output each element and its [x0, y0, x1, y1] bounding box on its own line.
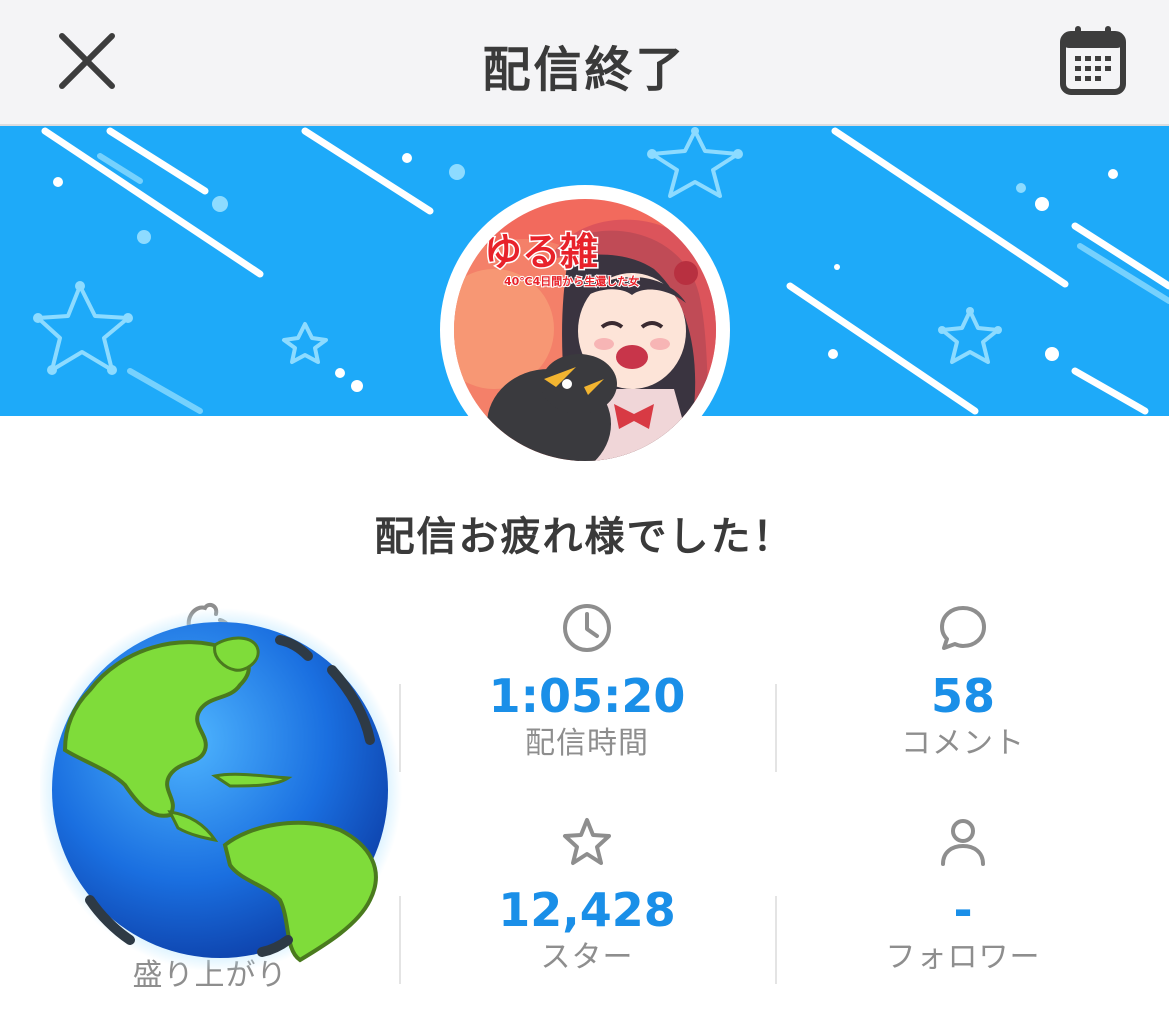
clock-icon — [563, 604, 611, 652]
calendar-icon — [1060, 26, 1126, 95]
stat-duration: 1:05:20 配信時間 — [437, 602, 737, 764]
star-icon — [563, 818, 611, 865]
comments-value: 58 — [930, 669, 995, 723]
duration-value: 1:05:20 — [488, 669, 686, 723]
stat-followers: - フォロワー — [813, 816, 1113, 978]
stat-comments: 58 コメント — [813, 602, 1113, 764]
svg-text:ゆる雑: ゆる雑 — [484, 230, 598, 274]
globe-icon[interactable] — [38, 600, 410, 972]
duration-label: 配信時間 — [525, 726, 649, 761]
stars-label: スター — [540, 940, 634, 975]
comments-label: コメント — [901, 726, 1025, 761]
thanks-message: 配信お疲れ様でした！ — [374, 514, 795, 560]
avatar-frame: ゆる雑 40℃4日間から生還した女 — [440, 185, 730, 475]
stars-value: 12,428 — [498, 883, 676, 937]
divider — [775, 684, 777, 772]
svg-text:40℃4日間から生還した女: 40℃4日間から生還した女 — [504, 274, 639, 288]
page-title: 配信終了 — [482, 42, 687, 98]
divider — [775, 896, 777, 984]
followers-label: フォロワー — [885, 940, 1041, 975]
followers-value: - — [953, 883, 973, 937]
comment-icon — [940, 606, 986, 650]
calendar-button[interactable] — [1058, 24, 1128, 98]
stat-stars: 12,428 スター — [437, 816, 737, 978]
top-bar: 配信終了 — [0, 0, 1169, 126]
avatar[interactable]: ゆる雑 40℃4日間から生還した女 — [454, 199, 716, 461]
person-icon — [941, 819, 985, 866]
